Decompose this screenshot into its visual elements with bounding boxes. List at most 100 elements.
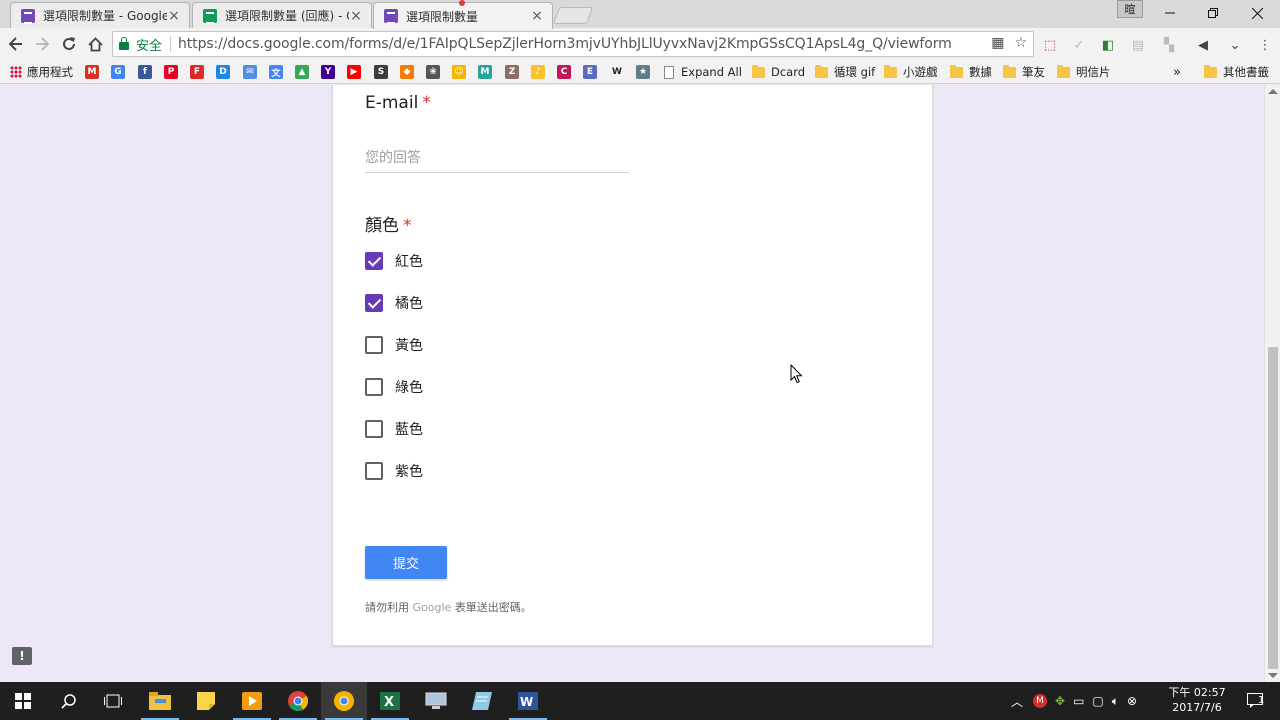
- check-extension-icon[interactable]: ✓: [1070, 36, 1088, 54]
- color-option[interactable]: 紫色: [365, 459, 423, 483]
- bookmark-folder-data[interactable]: 數據: [950, 63, 992, 81]
- bookmark-folder-dcard[interactable]: Dcard: [752, 63, 805, 81]
- email-input[interactable]: 您的回答: [365, 141, 629, 173]
- bookmark-site-icon[interactable]: M: [478, 65, 492, 79]
- color-option[interactable]: 橘色: [365, 291, 423, 315]
- minimize-button[interactable]: [1147, 0, 1193, 26]
- mail-tray-icon[interactable]: M: [1033, 694, 1048, 708]
- media-player-button[interactable]: [229, 682, 275, 720]
- bookmark-folder-gif[interactable]: 循環 gif: [815, 63, 875, 81]
- bookmark-expand-all[interactable]: Expand All: [664, 63, 742, 81]
- ime-off-icon[interactable]: ⊗: [1127, 694, 1137, 708]
- action-center-button[interactable]: 1: [1236, 682, 1276, 720]
- checkbox-unchecked[interactable]: [365, 420, 383, 438]
- bookmark-site-icon[interactable]: ❀: [426, 65, 440, 79]
- word-button[interactable]: W: [505, 682, 551, 720]
- tab-forms-edit[interactable]: 選項限制數量 - Google 表單 ×: [10, 2, 190, 28]
- restore-button[interactable]: [1190, 0, 1236, 26]
- profile-button[interactable]: 暄: [1117, 0, 1143, 18]
- search-button[interactable]: [46, 682, 92, 720]
- chevron-down-icon[interactable]: ⌄: [1226, 36, 1244, 54]
- grid-extension-icon[interactable]: ▚: [1160, 36, 1178, 54]
- bookmark-folder-postcards[interactable]: 明信片: [1057, 63, 1111, 81]
- address-bar[interactable]: 安全 https://docs.google.com/forms/d/e/1FA…: [112, 31, 1034, 57]
- color-option[interactable]: 藍色: [365, 417, 423, 441]
- report-issue-icon[interactable]: !: [12, 647, 32, 665]
- chevron-up-icon[interactable]: ︿: [1011, 693, 1023, 710]
- checkbox-unchecked[interactable]: [365, 336, 383, 354]
- bookmark-site-icon[interactable]: M: [85, 65, 99, 79]
- bookmark-site-icon[interactable]: ▲: [295, 65, 309, 79]
- bookmark-site-icon[interactable]: E: [583, 65, 597, 79]
- task-view-button[interactable]: [90, 682, 136, 720]
- file-explorer-button[interactable]: [137, 682, 183, 720]
- bookmark-site-icon[interactable]: Y: [321, 65, 335, 79]
- back-button[interactable]: [4, 32, 28, 56]
- menu-dots-icon[interactable]: ⋮: [1256, 36, 1274, 54]
- url-text[interactable]: https://docs.google.com/forms/d/e/1FAIpQ…: [178, 36, 952, 52]
- sticky-notes-button[interactable]: [183, 682, 229, 720]
- volume-icon[interactable]: 🔈︎: [1112, 694, 1119, 709]
- forward-button[interactable]: [30, 32, 54, 56]
- evernote-extension-icon[interactable]: ◧: [1099, 36, 1117, 54]
- bookmark-folder-games[interactable]: 小遊戲: [884, 63, 938, 81]
- close-icon[interactable]: ×: [167, 8, 181, 24]
- home-button[interactable]: [83, 32, 107, 56]
- bookmark-folder-other[interactable]: 其他書籤: [1204, 63, 1269, 81]
- color-option[interactable]: 綠色: [365, 375, 423, 399]
- checkbox-checked[interactable]: [365, 252, 383, 270]
- bookmark-site-icon[interactable]: C: [557, 65, 571, 79]
- speaker-extension-icon[interactable]: ◀: [1194, 36, 1212, 54]
- reload-button[interactable]: [57, 32, 81, 56]
- warning-suffix: 表單送出密碼。: [451, 601, 532, 614]
- bookmark-apps[interactable]: 應用程式: [10, 63, 73, 81]
- checkbox-unchecked[interactable]: [365, 462, 383, 480]
- excel-button[interactable]: X: [367, 682, 413, 720]
- tab-sheets-responses[interactable]: 選項限制數量 (回應) - Google 試算表 ×: [192, 2, 372, 28]
- page-scrollbar[interactable]: [1264, 85, 1280, 682]
- scroll-thumb[interactable]: [1268, 347, 1278, 669]
- close-icon[interactable]: ×: [530, 8, 544, 24]
- color-option[interactable]: 黃色: [365, 333, 423, 357]
- scroll-down-icon[interactable]: [1268, 673, 1278, 678]
- color-option[interactable]: 紅色: [365, 249, 423, 273]
- close-icon[interactable]: ×: [349, 8, 363, 24]
- bookmark-site-icon[interactable]: ◆: [400, 65, 414, 79]
- qr-code-icon[interactable]: ▦: [991, 35, 1004, 51]
- notes-app-button[interactable]: [459, 682, 505, 720]
- bookmark-star-icon[interactable]: ☆: [1014, 35, 1027, 51]
- new-tab-button[interactable]: [552, 7, 594, 24]
- bookmark-site-icon[interactable]: D: [216, 65, 230, 79]
- note-extension-icon[interactable]: ▤: [1129, 36, 1147, 54]
- bookmark-folder-penpals[interactable]: 筆友: [1003, 63, 1045, 81]
- bookmark-site-icon[interactable]: W: [610, 65, 624, 79]
- checkbox-checked[interactable]: [365, 294, 383, 312]
- battery-icon[interactable]: ▭: [1073, 694, 1084, 708]
- bookmark-site-icon[interactable]: ▶: [347, 65, 361, 79]
- chrome-canary-button[interactable]: [321, 682, 367, 720]
- system-clock[interactable]: 下午 02:57 2017/7/6: [1164, 685, 1230, 715]
- bookmark-site-icon[interactable]: S: [374, 65, 388, 79]
- start-button[interactable]: [0, 682, 46, 720]
- bookmark-site-icon[interactable]: ☺: [452, 65, 466, 79]
- bookmark-site-icon[interactable]: 文: [269, 65, 283, 79]
- tab-forms-view[interactable]: 選項限制數量 ×: [373, 2, 553, 29]
- submit-button[interactable]: 提交: [365, 546, 447, 579]
- chrome-button[interactable]: [275, 682, 321, 720]
- bookmark-site-icon[interactable]: ✉: [243, 65, 257, 79]
- bookmark-site-icon[interactable]: Z: [505, 65, 519, 79]
- bookmark-site-icon[interactable]: ♪: [531, 65, 545, 79]
- bookmark-site-icon[interactable]: ★: [636, 65, 650, 79]
- dropbox-icon[interactable]: ✥: [1055, 694, 1065, 708]
- this-pc-button[interactable]: [413, 682, 459, 720]
- bookmark-site-icon[interactable]: P: [164, 65, 178, 79]
- scroll-up-icon[interactable]: [1268, 89, 1278, 94]
- network-icon[interactable]: ▢: [1092, 694, 1103, 708]
- bookmark-site-icon[interactable]: G: [111, 65, 125, 79]
- bookmark-site-icon[interactable]: f: [138, 65, 152, 79]
- close-window-button[interactable]: [1234, 0, 1280, 26]
- bookmarks-overflow-button[interactable]: »: [1173, 63, 1181, 81]
- bookmark-site-icon[interactable]: F: [190, 65, 204, 79]
- pdf-extension-icon[interactable]: ⬚: [1041, 36, 1059, 54]
- checkbox-unchecked[interactable]: [365, 378, 383, 396]
